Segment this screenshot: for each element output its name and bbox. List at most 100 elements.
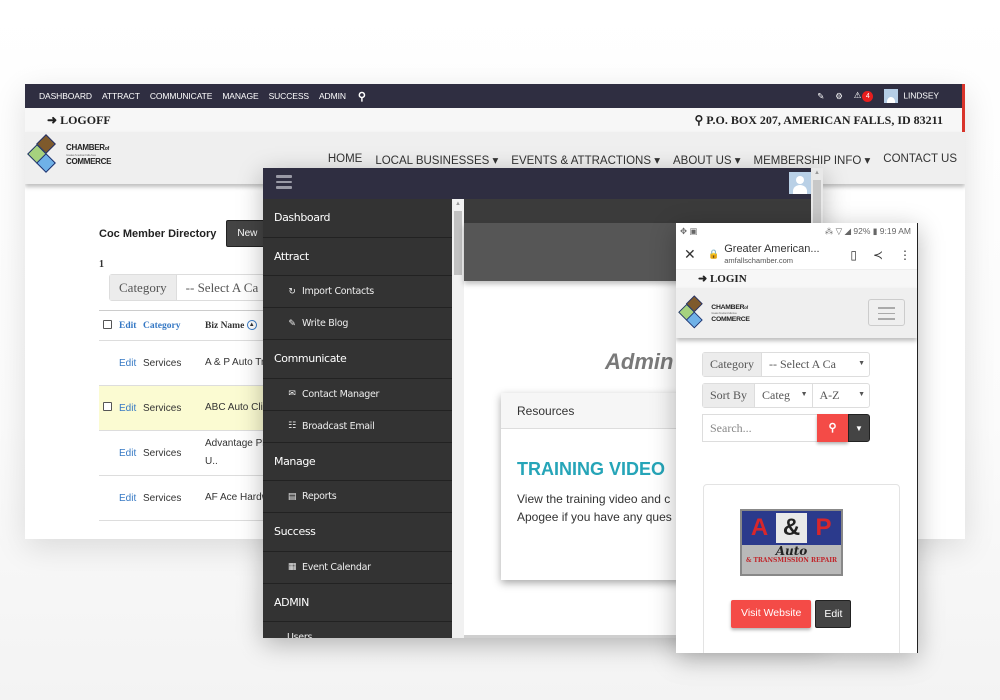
more-options-icon[interactable]: ⋮ [899,248,911,262]
sort-order-select[interactable]: A-Z ▼ [811,384,870,407]
logo-emblem [678,295,710,329]
admin-nav-communicate[interactable]: COMMUNICATE [150,91,213,101]
address: ⚲ P.O. BOX 207, AMERICAN FALLS, ID 83211 [695,113,944,128]
close-icon[interactable]: ✕ [684,246,704,263]
mobile-navbar: CHAMBERof Greater American Falls Area CO… [676,288,917,338]
scrollbar-thumb[interactable] [454,211,462,275]
admin-nav-admin[interactable]: ADMIN [319,91,346,101]
sort-filter: Sort By Categ ▼ A-Z ▼ [702,383,870,408]
visit-website-button[interactable]: Visit Website [731,600,812,628]
logo-emblem [27,134,64,173]
select-all-checkbox[interactable] [103,319,112,329]
directory-filters: Category -- Select A Ca ▼ Sort By Categ ▼ … [702,352,870,442]
address-text: P.O. BOX 207, AMERICAN FALLS, ID 83211 [706,112,943,127]
edit-link[interactable]: Edit [119,358,143,369]
alert-icon[interactable]: ⚠ 4 [854,90,874,102]
mobile-screenshot: ✥ ▣ ⁂ ▽ ◢ 92% ▮ 9:19 AM ✕ 🔒 Greater Amer… [676,223,918,653]
nav-links: HOME LOCAL BUSINESSES ▾ EVENTS & ATTRACT… [328,153,965,167]
edit-button[interactable]: Edit [815,600,852,628]
status-icons-left: ✥ ▣ [680,226,698,236]
category-label: Category [703,353,762,376]
scroll-up-arrow-icon[interactable]: ▲ [455,201,461,207]
admin-nav-manage[interactable]: MANAGE [222,91,258,101]
logo-text: CHAMBERof Greater American Falls Area CO… [66,142,112,166]
admin-sidebar: Dashboard Attract ↻ Import Contacts ✎ Writ… [263,199,452,638]
share-icon[interactable]: ≺ [873,248,883,262]
notification-badge: 4 [862,91,874,102]
admin-nav-success[interactable]: SUCCESS [269,91,310,101]
row-category: Services [143,492,182,504]
sidebar-item-communicate[interactable]: Communicate [263,340,452,379]
sidebar-item-write-blog[interactable]: ✎ Write Blog [263,308,452,340]
gear-icon[interactable]: ⚙ [835,91,843,102]
nav-local-businesses[interactable]: LOCAL BUSINESSES ▾ [375,153,498,167]
admin-toolbar: DASHBOARD ATTRACT COMMUNICATE MANAGE SUC… [25,84,965,132]
chamber-logo[interactable]: CHAMBERof Greater American Falls Area CO… [27,134,112,173]
sign-in-icon: ➜ [698,273,710,285]
search-options-dropdown[interactable]: ▼ [848,414,870,442]
user-avatar[interactable] [789,172,811,194]
sidebar-item-dashboard[interactable]: Dashboard [263,199,452,238]
sidebar-item-users[interactable]: Users [263,622,452,638]
sidebar-item-attract[interactable]: Attract [263,238,452,276]
navbar-toggle-button[interactable] [868,299,905,326]
caret-down-icon: ▼ [800,390,808,398]
sidebar-item-reports[interactable]: ▤ Reports [263,481,452,513]
category-select[interactable]: -- Select A Ca [176,275,268,300]
business-card: A & P Auto & TRANSMISSION REPAIR Visit W… [703,484,900,653]
sidebar-item-broadcast-email[interactable]: ☷ Broadcast Email [263,411,452,443]
sidebar-item-event-calendar[interactable]: ▦ Event Calendar [263,552,452,584]
chamber-logo[interactable]: CHAMBERof Greater American Falls Area CO… [678,295,750,329]
category-filter: Category -- Select A Ca ▼ [702,352,870,377]
business-logo-image: A & P Auto & TRANSMISSION REPAIR [740,509,843,576]
edit-doc-icon: ✎ [288,318,296,329]
sort-field-select[interactable]: Categ ▼ [755,384,812,407]
directory-title: Coc Member Directory [99,227,217,240]
scroll-up-arrow-icon[interactable]: ▲ [814,170,820,176]
nav-membership-info[interactable]: MEMBERSHIP INFO ▾ [754,153,871,167]
admin-nav-attract[interactable]: ATTRACT [102,91,140,101]
user-menu[interactable]: LINDSEY [884,89,939,103]
sidebar-item-import-contacts[interactable]: ↻ Import Contacts [263,276,452,308]
login-link[interactable]: ➜ LOGIN [676,270,917,288]
bookmark-icon[interactable]: ▯ [850,248,857,262]
hamburger-menu-icon[interactable] [276,175,292,192]
header-category[interactable]: Category [143,321,205,331]
sidebar-item-manage[interactable]: Manage [263,443,452,481]
username: LINDSEY [903,90,939,101]
header-edit: Edit [119,320,137,331]
sync-icon: ↻ [288,286,296,297]
sort-by-label: Sort By [703,384,756,407]
search-button[interactable]: ⚲ [817,414,848,442]
nav-events-attractions[interactable]: EVENTS & ATTRACTIONS ▾ [511,153,660,167]
row-category: Services [143,402,182,414]
edit-link[interactable]: Edit [119,403,143,414]
utility-bar: ➜ LOGOFF ⚲ P.O. BOX 207, AMERICAN FALLS,… [25,108,965,132]
search-input[interactable]: Search... [702,414,817,442]
nav-home[interactable]: HOME [328,153,363,167]
sort-asc-icon[interactable]: ▲ [246,320,257,331]
logoff-link[interactable]: ➜ LOGOFF [47,113,111,128]
caret-down-icon: ▼ [858,390,866,398]
edit-link[interactable]: Edit [119,448,143,459]
sidebar-scrollbar[interactable]: ▲ [452,199,464,638]
nav-about-us[interactable]: ABOUT US ▾ [673,153,741,167]
pencil-icon[interactable]: ✎ [817,91,824,102]
archive-icon: ▤ [287,491,297,502]
edit-link[interactable]: Edit [119,493,143,504]
nav-contact-us[interactable]: CONTACT US [883,153,957,167]
search-group: Search... ⚲ ▼ [702,414,870,442]
category-select[interactable]: -- Select A Ca ▼ [762,353,869,376]
sidebar-item-success[interactable]: Success [263,513,452,552]
browser-bar: ✕ 🔒 Greater American... amfallschamber.c… [676,240,917,270]
broadcast-icon: ☷ [288,421,296,431]
page-scrollbar[interactable]: ▲ [811,168,823,228]
red-edge-accent [962,84,965,132]
sidebar-item-contact-manager[interactable]: ✉ Contact Manager [263,379,452,411]
scrollbar-thumb[interactable] [813,180,821,226]
row-checkbox[interactable] [103,402,112,411]
chat-icon: ✉ [288,389,296,399]
sidebar-item-admin[interactable]: ADMIN [263,584,452,622]
admin-nav-dashboard[interactable]: DASHBOARD [39,91,92,101]
search-icon[interactable]: ⚲ [358,90,366,103]
